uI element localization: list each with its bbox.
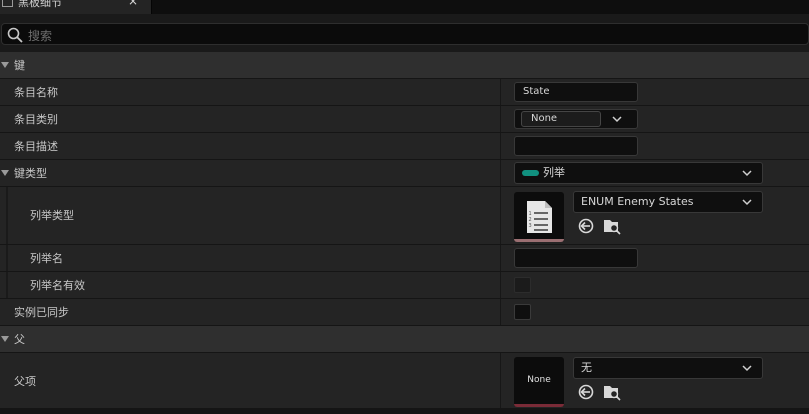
entry-category-value[interactable]: None — [521, 111, 601, 127]
property-entry-category: 条目类别 None — [0, 106, 809, 133]
column-divider[interactable] — [500, 133, 501, 159]
category-parent-label: 父 — [14, 333, 25, 346]
search-input[interactable]: 搜索 — [1, 23, 809, 45]
property-entry-name: 条目名称 State — [0, 79, 809, 106]
property-instance-synced: 实例已同步 — [0, 299, 809, 326]
property-enum-name: 列举名 — [0, 245, 809, 272]
entry-name-label: 条目名称 — [14, 86, 58, 99]
column-divider[interactable] — [500, 187, 501, 244]
entry-description-label: 条目描述 — [14, 140, 58, 153]
asset-type-bar — [514, 404, 564, 407]
search-placeholder: 搜索 — [28, 29, 53, 43]
chevron-down-icon[interactable] — [742, 170, 752, 177]
parent-asset-thumbnail[interactable]: None — [514, 357, 564, 407]
enum-name-label: 列举名 — [30, 252, 63, 265]
enum-asset-thumbnail[interactable]: 1 2 3 — [514, 192, 564, 242]
entry-category-combo[interactable]: None — [514, 109, 638, 129]
enum-type-color-icon — [522, 170, 539, 176]
enum-name-field[interactable] — [514, 248, 638, 268]
enum-type-label: 列举类型 — [30, 209, 74, 222]
parent-thumbnail-label: None — [527, 375, 551, 385]
tab-blackboard-details[interactable]: 黑板细节 × — [0, 0, 152, 14]
svg-text:3: 3 — [529, 223, 532, 229]
chevron-down-icon[interactable] — [612, 116, 622, 123]
asset-type-bar — [514, 239, 564, 242]
property-parent-item: 父项 None 无 — [0, 353, 809, 409]
tab-title: 黑板细节 — [18, 0, 62, 9]
column-divider[interactable] — [500, 353, 501, 408]
parent-item-dropdown[interactable]: 无 — [573, 357, 763, 379]
blackboard-tab-icon — [2, 0, 13, 7]
indent-guide — [6, 245, 8, 271]
collapse-arrow-icon[interactable] — [1, 336, 9, 342]
entry-category-label: 条目类别 — [14, 113, 58, 126]
chevron-down-icon[interactable] — [742, 199, 752, 206]
instance-synced-label: 实例已同步 — [14, 306, 69, 319]
instance-synced-checkbox[interactable] — [514, 304, 531, 320]
parent-item-label: 父项 — [14, 375, 36, 388]
key-type-value: 列举 — [543, 166, 565, 179]
use-selected-asset-icon[interactable] — [577, 383, 595, 401]
use-selected-asset-icon[interactable] — [577, 217, 595, 235]
enum-name-valid-label: 列举名有效 — [30, 279, 85, 292]
column-divider[interactable] — [500, 106, 501, 132]
entry-description-field[interactable] — [514, 136, 638, 156]
property-key-type: 键类型 列举 — [0, 160, 809, 187]
tab-bar: 黑板细节 × — [0, 0, 809, 14]
column-divider[interactable] — [500, 245, 501, 271]
category-key[interactable]: 键 — [0, 52, 809, 79]
property-enum-type: 列举类型 1 2 3 ENUM Enemy States — [0, 187, 809, 245]
indent-guide — [6, 187, 8, 244]
search-icon — [7, 27, 23, 43]
chevron-down-icon[interactable] — [742, 365, 752, 372]
key-type-label: 键类型 — [14, 167, 47, 180]
parent-item-value: 无 — [581, 361, 592, 374]
browse-to-asset-icon[interactable] — [603, 383, 621, 401]
column-divider[interactable] — [500, 299, 501, 325]
category-parent[interactable]: 父 — [0, 326, 809, 353]
collapse-arrow-icon[interactable] — [1, 62, 9, 68]
browse-to-asset-icon[interactable] — [603, 217, 621, 235]
column-divider[interactable] — [500, 272, 501, 298]
enum-name-valid-checkbox — [514, 277, 531, 293]
property-entry-description: 条目描述 — [0, 133, 809, 160]
property-enum-name-valid: 列举名有效 — [0, 272, 809, 299]
indent-guide — [6, 272, 8, 298]
column-divider[interactable] — [500, 79, 501, 105]
enum-type-dropdown[interactable]: ENUM Enemy States — [573, 191, 763, 213]
category-key-label: 键 — [14, 59, 25, 72]
column-divider[interactable] — [500, 160, 501, 186]
enum-document-icon: 1 2 3 — [527, 201, 552, 233]
enum-type-value: ENUM Enemy States — [581, 195, 694, 208]
key-type-dropdown[interactable]: 列举 — [514, 162, 763, 184]
close-icon[interactable]: × — [128, 0, 138, 8]
search-row: 搜索 — [0, 14, 809, 52]
collapse-arrow-icon[interactable] — [1, 170, 9, 176]
entry-name-field[interactable]: State — [514, 82, 638, 102]
